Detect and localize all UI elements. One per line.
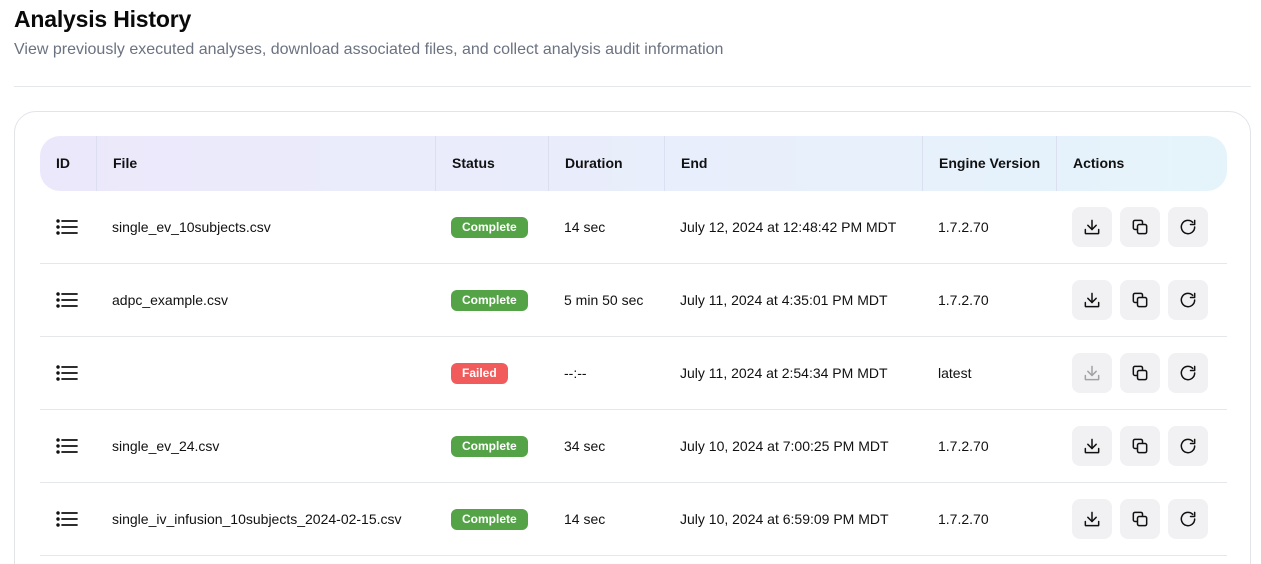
list-icon[interactable] [56, 511, 78, 527]
refresh-icon [1178, 509, 1198, 529]
copy-icon [1130, 217, 1150, 237]
refresh-icon [1178, 290, 1198, 310]
analysis-table-card: ID File Status Duration End Engine Versi… [14, 111, 1251, 564]
details-cell [40, 337, 96, 409]
file-name [96, 337, 435, 409]
status-badge: Complete [451, 216, 528, 238]
duration: 5 min 50 sec [564, 292, 644, 308]
status-badge: Complete [451, 508, 528, 530]
status-cell: Complete [435, 410, 548, 482]
duration: --:-- [564, 365, 587, 381]
engine-version: 1.7.2.70 [938, 219, 989, 235]
rerun-button[interactable] [1168, 207, 1208, 247]
status-badge: Complete [451, 435, 528, 457]
duration: 14 sec [564, 511, 606, 527]
actions-cell [1056, 483, 1227, 555]
column-header-end: End [664, 136, 922, 191]
list-icon[interactable] [56, 292, 78, 308]
file-name: single_iv_infusion_10subjects_2024-02-15… [112, 511, 402, 527]
table-row: single_ev_10subjects.csv Complete 14 sec Ju… [40, 191, 1227, 264]
list-icon[interactable] [56, 438, 78, 454]
engine-version: 1.7.2.70 [938, 438, 989, 454]
copy-button[interactable] [1120, 280, 1160, 320]
column-header-engine-version: Engine Version [922, 136, 1056, 191]
rerun-button[interactable] [1168, 280, 1208, 320]
download-icon [1082, 290, 1102, 310]
status-cell: Failed [435, 337, 548, 409]
status-badge: Complete [451, 289, 528, 311]
status-badge: Failed [451, 362, 508, 384]
copy-button[interactable] [1120, 499, 1160, 539]
copy-button[interactable] [1120, 207, 1160, 247]
copy-button[interactable] [1120, 426, 1160, 466]
rerun-button[interactable] [1168, 353, 1208, 393]
table-row: single_ev_24.csv Complete 34 sec July 10, 2… [40, 410, 1227, 483]
copy-icon [1130, 363, 1150, 383]
end-time: July 11, 2024 at 4:35:01 PM MDT [680, 292, 888, 308]
table-row: Failed --:-- July 11, 2024 at 2:54:34 PM M… [40, 337, 1227, 410]
page-subtitle: View previously executed analyses, downl… [14, 41, 724, 58]
engine-version: 1.7.2.70 [938, 292, 989, 308]
details-cell [40, 264, 96, 336]
column-header-duration: Duration [548, 136, 664, 191]
details-cell [40, 410, 96, 482]
list-icon[interactable] [56, 365, 78, 381]
file-name: adpc_example.csv [112, 292, 228, 308]
end-time: July 10, 2024 at 7:00:25 PM MDT [680, 438, 889, 454]
duration: 34 sec [564, 438, 606, 454]
engine-version: latest [938, 365, 972, 381]
details-cell [40, 191, 96, 263]
copy-icon [1130, 290, 1150, 310]
status-cell: Complete [435, 264, 548, 336]
actions-cell [1056, 410, 1227, 482]
page-title: Analysis History [14, 6, 192, 32]
download-icon [1082, 436, 1102, 456]
file-name: single_ev_24.csv [112, 438, 220, 454]
refresh-icon [1178, 217, 1198, 237]
end-time: July 11, 2024 at 2:54:34 PM MDT [680, 365, 888, 381]
download-icon [1082, 217, 1102, 237]
refresh-icon [1178, 436, 1198, 456]
table-header: ID File Status Duration End Engine Versi… [40, 136, 1227, 191]
column-header-id: ID [56, 155, 70, 171]
download-button[interactable] [1072, 499, 1112, 539]
actions-cell [1056, 191, 1227, 263]
column-header-file: File [96, 136, 435, 191]
download-button[interactable] [1072, 426, 1112, 466]
table-row: single_iv_infusion_10subjects_2024-02-15… [40, 483, 1227, 556]
refresh-icon [1178, 363, 1198, 383]
end-time: July 10, 2024 at 6:59:09 PM MDT [680, 511, 889, 527]
status-cell: Complete [435, 191, 548, 263]
download-button[interactable] [1072, 353, 1112, 393]
details-cell [40, 483, 96, 555]
download-icon [1082, 509, 1102, 529]
rerun-button[interactable] [1168, 499, 1208, 539]
column-header-actions: Actions [1056, 136, 1227, 191]
copy-button[interactable] [1120, 353, 1160, 393]
column-header-status: Status [435, 136, 548, 191]
download-button[interactable] [1072, 280, 1112, 320]
file-name: single_ev_10subjects.csv [112, 219, 271, 235]
copy-icon [1130, 436, 1150, 456]
end-time: July 12, 2024 at 12:48:42 PM MDT [680, 219, 897, 235]
download-button[interactable] [1072, 207, 1112, 247]
status-cell: Complete [435, 483, 548, 555]
table-row: adpc_example.csv Complete 5 min 50 sec July… [40, 264, 1227, 337]
header-divider [14, 86, 1251, 87]
copy-icon [1130, 509, 1150, 529]
engine-version: 1.7.2.70 [938, 511, 989, 527]
actions-cell [1056, 337, 1227, 409]
list-icon[interactable] [56, 219, 78, 235]
actions-cell [1056, 264, 1227, 336]
download-icon [1082, 363, 1102, 383]
duration: 14 sec [564, 219, 606, 235]
rerun-button[interactable] [1168, 426, 1208, 466]
